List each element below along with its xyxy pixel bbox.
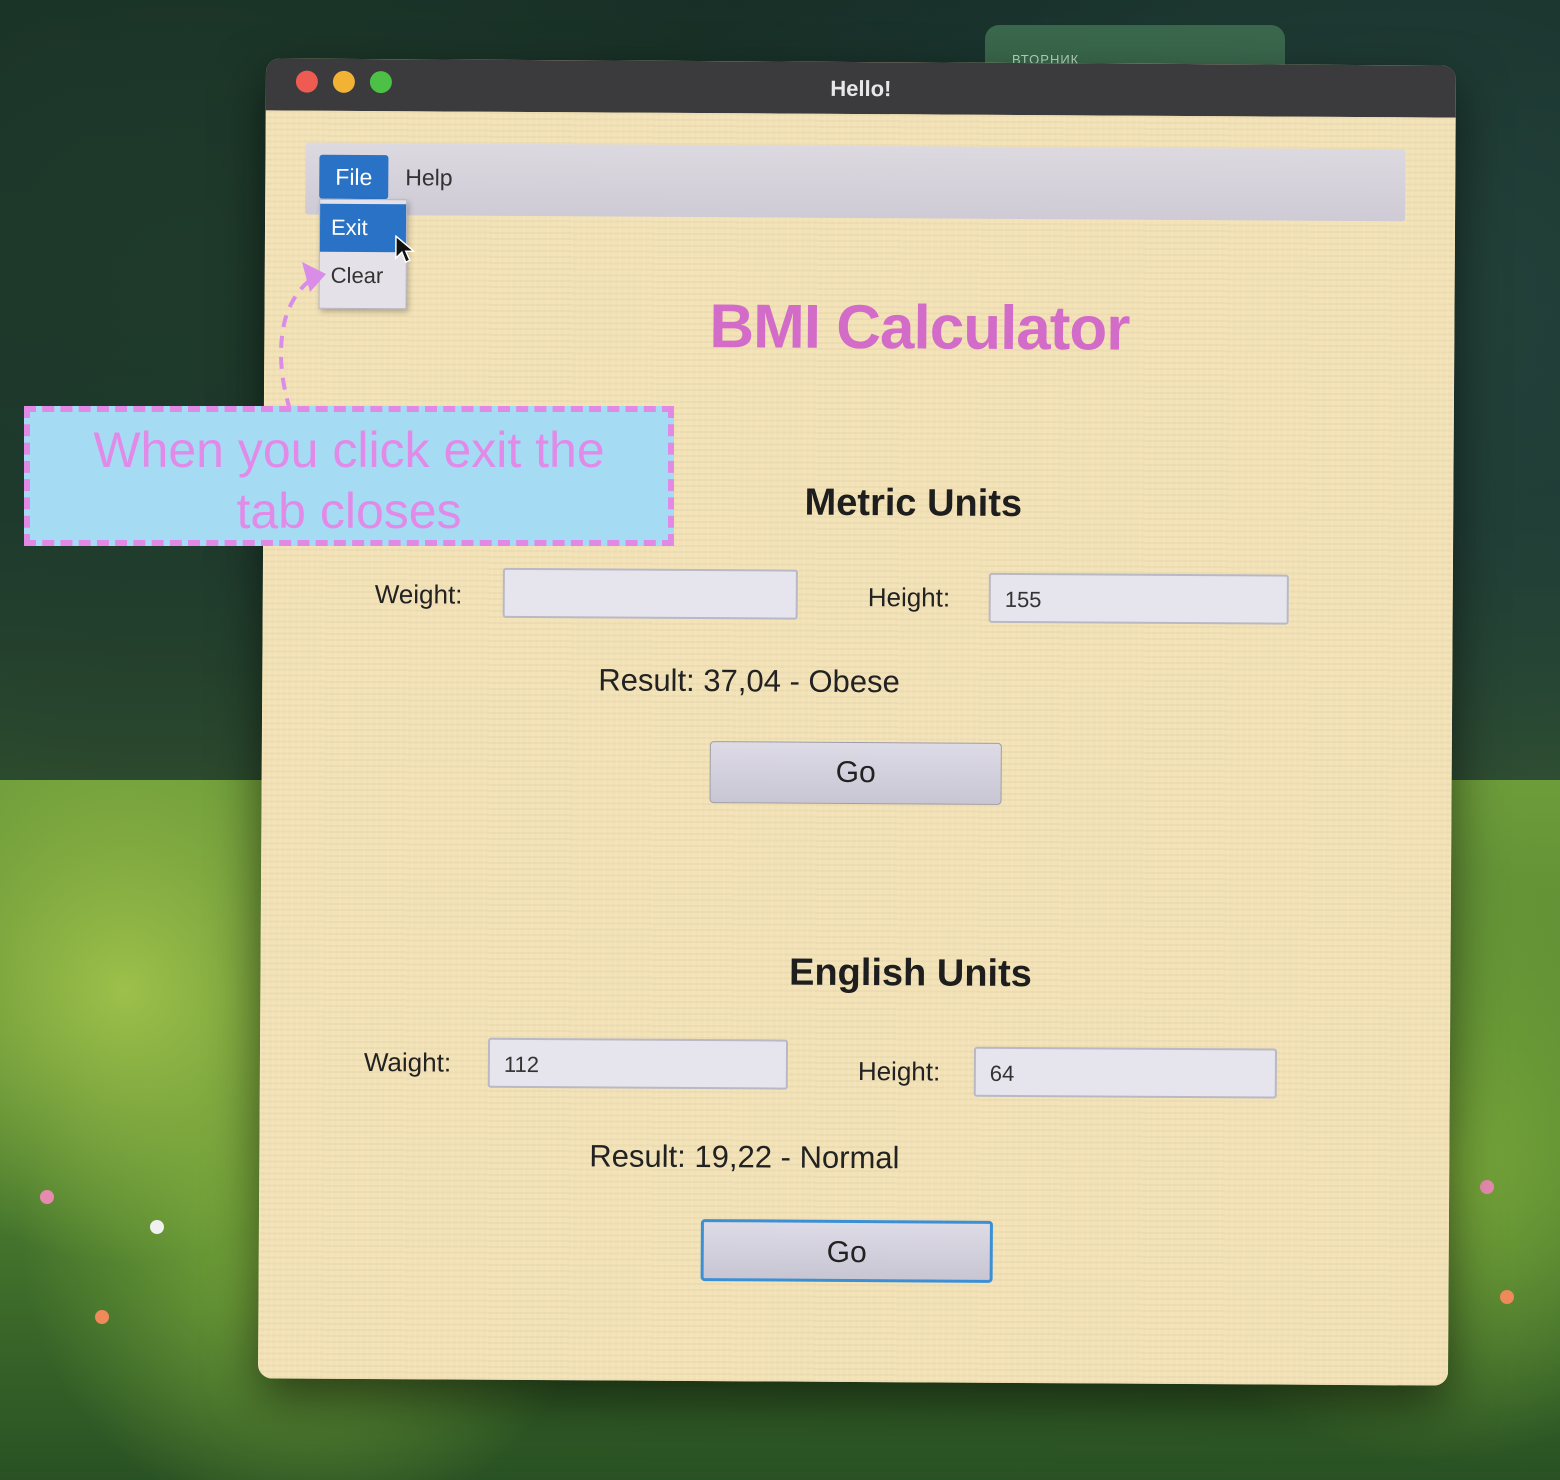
menu-help[interactable]: Help [389,155,469,199]
english-result-text: Result: 19,22 - Normal [589,1138,900,1176]
annotation-callout: When you click exit the tab closes [24,406,674,546]
window-content: File Help Exit Clear BMI Calculator Metr… [257,110,1456,1386]
annotation-arrow-icon [279,262,326,411]
title-bar[interactable]: Hello! [265,58,1457,118]
flower [1500,1290,1514,1304]
app-window: Hello! File Help Exit Clear BMI Calculat… [257,58,1457,1386]
english-weight-label: Waight: [363,1046,452,1078]
metric-go-button[interactable]: Go [709,741,1002,805]
window-title: Hello! [830,75,892,102]
metric-height-label: Height: [867,582,951,613]
annotation-line-1: When you click exit the [93,422,605,478]
metric-weight-label: Weight: [374,579,463,610]
annotation-line-2: tab closes [236,483,462,539]
menu-bar: File Help [305,142,1406,222]
flower [150,1220,164,1234]
english-weight-input[interactable]: 112 [487,1037,789,1090]
app-title: BMI Calculator [709,292,1130,364]
metric-weight-input[interactable] [502,567,798,620]
english-section-title: English Units [788,951,1032,996]
metric-height-input[interactable]: 155 [988,572,1289,625]
english-go-button[interactable]: Go [700,1219,993,1283]
english-height-label: Height: [857,1056,941,1087]
english-height-input[interactable]: 64 [973,1046,1278,1099]
flower [95,1310,109,1324]
menu-item-exit[interactable]: Exit [319,203,407,253]
flower [1480,1180,1494,1194]
flower [40,1190,54,1204]
mouse-pointer-icon [395,235,415,264]
menu-file[interactable]: File [319,154,389,200]
metric-result-text: Result: 37,04 - Obese [598,662,900,700]
